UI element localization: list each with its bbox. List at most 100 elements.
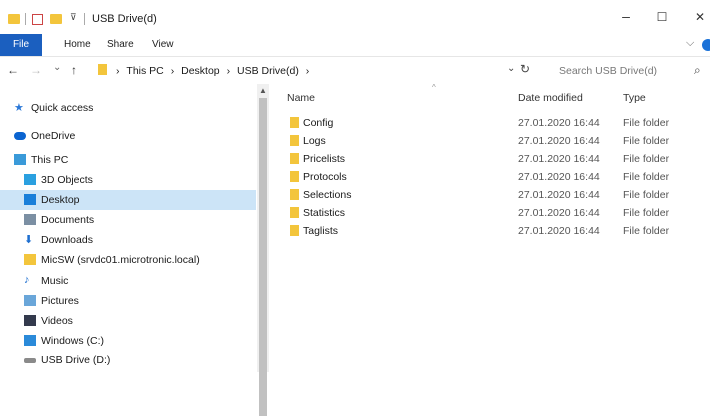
- navigation-scrollbar[interactable]: ▲: [257, 84, 269, 416]
- windows-drive-icon: [24, 335, 36, 346]
- close-button[interactable]: ✕: [686, 10, 710, 30]
- tab-share[interactable]: Share: [107, 39, 134, 50]
- address-row: ← → ⌄ ↑ › This PC › Desktop › USB Drive(…: [0, 57, 710, 83]
- column-header-date[interactable]: Date modified: [518, 92, 583, 104]
- cell-name: Logs: [303, 135, 326, 147]
- cell-date: 27.01.2020 16:44: [518, 189, 600, 201]
- network-drive-icon: [24, 254, 36, 265]
- table-row[interactable]: Logs 27.01.2020 16:44 File folder: [272, 132, 708, 150]
- navigation-pane: ★ Quick access OneDrive This PC 3D Objects De…: [0, 84, 270, 372]
- tab-home[interactable]: Home: [64, 39, 91, 50]
- search-icon[interactable]: ⌕: [694, 63, 701, 78]
- search-input[interactable]: Search USB Drive(d): [559, 65, 657, 77]
- scroll-up-icon[interactable]: ▲: [259, 86, 267, 95]
- sidebar-item-onedrive[interactable]: OneDrive: [0, 126, 256, 146]
- scrollbar-thumb[interactable]: [259, 98, 267, 416]
- table-row[interactable]: Protocols 27.01.2020 16:44 File folder: [272, 168, 708, 186]
- cell-name: Selections: [303, 189, 352, 201]
- sidebar-item-label: Music: [41, 275, 69, 287]
- cell-type: File folder: [623, 135, 670, 147]
- download-icon: ⬇: [24, 234, 34, 246]
- sidebar-item-label: Desktop: [41, 194, 80, 206]
- cell-type: File folder: [623, 189, 670, 201]
- cell-date: 27.01.2020 16:44: [518, 207, 600, 219]
- maximize-button[interactable]: ☐: [648, 10, 676, 30]
- up-button[interactable]: ↑: [71, 63, 77, 77]
- sidebar-item-label: Documents: [41, 214, 95, 226]
- cell-name: Pricelists: [303, 153, 346, 165]
- document-icon: [24, 214, 36, 225]
- file-tab[interactable]: File: [0, 34, 42, 56]
- recent-locations-icon[interactable]: ⌄: [53, 62, 61, 73]
- search-box[interactable]: Search USB Drive(d) ⌕: [552, 61, 707, 79]
- sidebar-item-videos[interactable]: Videos: [0, 311, 256, 331]
- window-title: USB Drive(d): [92, 13, 157, 25]
- usb-drive-icon: [24, 358, 36, 363]
- column-header-type[interactable]: Type: [623, 92, 646, 104]
- breadcrumb-separator: ›: [226, 65, 231, 77]
- computer-icon: [14, 154, 26, 165]
- table-row[interactable]: Selections 27.01.2020 16:44 File folder: [272, 186, 708, 204]
- tab-view[interactable]: View: [152, 39, 174, 50]
- expand-ribbon-icon[interactable]: ⌵: [686, 37, 694, 50]
- ribbon: File Home Share View ⌵: [0, 34, 710, 57]
- breadcrumb-this-pc[interactable]: This PC: [126, 65, 163, 77]
- cell-type: File folder: [623, 225, 670, 237]
- table-row[interactable]: Statistics 27.01.2020 16:44 File folder: [272, 204, 708, 222]
- new-folder-icon[interactable]: [50, 14, 62, 24]
- breadcrumb-usb-drive[interactable]: USB Drive(d): [237, 65, 299, 77]
- sidebar-item-this-pc[interactable]: This PC: [0, 150, 256, 170]
- star-icon: ★: [14, 102, 24, 114]
- sidebar-item-label: Pictures: [41, 295, 79, 307]
- sidebar-item-pictures[interactable]: Pictures: [0, 291, 256, 311]
- cell-type: File folder: [623, 153, 670, 165]
- folder-icon: [290, 135, 299, 146]
- title-bar: ⊽ USB Drive(d) – ☐ ✕: [0, 0, 710, 34]
- cell-date: 27.01.2020 16:44: [518, 225, 600, 237]
- pictures-icon: [24, 295, 36, 306]
- videos-icon: [24, 315, 36, 326]
- folder-icon: [290, 189, 299, 200]
- music-icon: ♪: [24, 274, 30, 286]
- sidebar-item-label: OneDrive: [31, 130, 76, 142]
- properties-icon[interactable]: [32, 14, 43, 25]
- table-row[interactable]: Pricelists 27.01.2020 16:44 File folder: [272, 150, 708, 168]
- folder-icon: [290, 171, 299, 182]
- sidebar-item-usb-drive-d[interactable]: USB Drive (D:): [0, 350, 256, 370]
- sidebar-item-3d-objects[interactable]: 3D Objects: [0, 170, 256, 190]
- file-list: ^ Name Date modified Type Config 27.01.20…: [272, 83, 710, 372]
- sidebar-item-quick-access[interactable]: ★ Quick access: [0, 98, 256, 118]
- sidebar-item-windows-c[interactable]: Windows (C:): [0, 331, 256, 351]
- minimize-button[interactable]: –: [612, 8, 640, 28]
- folder-icon: [290, 225, 299, 236]
- sort-indicator-icon: ^: [432, 83, 436, 92]
- back-button[interactable]: ←: [7, 63, 19, 77]
- desktop-icon: [24, 194, 36, 205]
- sidebar-item-music[interactable]: ♪ Music: [0, 271, 256, 291]
- cell-type: File folder: [623, 117, 670, 129]
- address-bar[interactable]: › This PC › Desktop › USB Drive(d) › ⌄ ↻: [92, 61, 531, 79]
- folder-icon: [98, 64, 107, 75]
- sidebar-item-micsw-srvdc01-microtronic-local[interactable]: MicSW (srvdc01.microtronic.local): [0, 250, 256, 270]
- folder-icon: [290, 153, 299, 164]
- breadcrumb-desktop[interactable]: Desktop: [181, 65, 220, 77]
- cell-name: Statistics: [303, 207, 346, 219]
- sidebar-item-label: This PC: [31, 154, 69, 166]
- sidebar-item-documents[interactable]: Documents: [0, 210, 256, 230]
- refresh-icon[interactable]: ↻: [520, 62, 530, 76]
- column-header-name[interactable]: Name: [287, 92, 315, 104]
- sidebar-item-downloads[interactable]: ⬇ Downloads: [0, 230, 256, 250]
- cell-name: Protocols: [303, 171, 347, 183]
- customize-toolbar-icon[interactable]: ⊽: [70, 12, 77, 23]
- cell-date: 27.01.2020 16:44: [518, 153, 600, 165]
- folder-icon: [8, 14, 20, 24]
- help-icon[interactable]: [702, 39, 710, 51]
- cell-date: 27.01.2020 16:44: [518, 135, 600, 147]
- forward-button[interactable]: →: [30, 63, 42, 77]
- sidebar-item-desktop[interactable]: Desktop: [0, 190, 256, 210]
- table-row[interactable]: Taglists 27.01.2020 16:44 File folder: [272, 222, 708, 240]
- table-row[interactable]: Config 27.01.2020 16:44 File folder: [272, 114, 708, 132]
- breadcrumb-separator: ›: [116, 65, 120, 77]
- address-dropdown-icon[interactable]: ⌄: [507, 63, 515, 74]
- cell-date: 27.01.2020 16:44: [518, 117, 600, 129]
